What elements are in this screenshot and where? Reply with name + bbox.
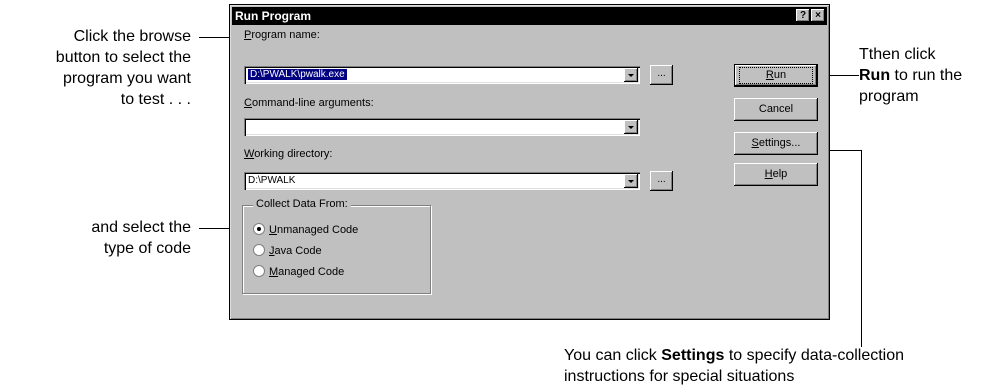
workdir-label-rest: orking directory:: [254, 148, 333, 160]
unmanaged-label-rest: nmanaged Code: [276, 224, 359, 236]
program-name-label: Program name:: [244, 29, 320, 41]
collect-data-group: Collect Data From: Unmanaged Code Java C…: [242, 198, 431, 294]
settings-callout-bold: Settings: [661, 347, 725, 364]
help-button[interactable]: Help: [734, 163, 818, 186]
code-type-callout: and select the type of code: [91, 217, 191, 259]
workdir-combobox[interactable]: D:\PWALK: [244, 172, 640, 190]
workdir-dropdown-arrow-icon[interactable]: [624, 174, 638, 188]
browse-callout-line: program you want: [62, 70, 191, 87]
cancel-button[interactable]: Cancel: [734, 98, 818, 121]
run-label-rest: un: [773, 69, 787, 81]
run-callout-rest: to run the: [890, 67, 963, 84]
run-callout-line: program: [859, 88, 919, 105]
browse-callout-line: Click the browse: [73, 28, 191, 45]
unmanaged-code-radio[interactable]: Unmanaged Code: [253, 223, 358, 237]
help-hotkey: H: [764, 168, 773, 180]
settings-label-rest: ettings...: [758, 137, 801, 149]
managed-hotkey: M: [269, 266, 279, 278]
workdir-value: D:\PWALK: [248, 175, 296, 186]
settings-callout-line: You can click Settings to specify data-c…: [564, 345, 904, 366]
workdir-label: Working directory:: [244, 148, 332, 160]
run-callout-line: Run to run the: [859, 65, 962, 86]
settings-hotkey: S: [751, 137, 759, 149]
run-callout-line: Tthen click: [859, 46, 936, 63]
program-name-combobox[interactable]: D:\PWALK\pwalk.exe: [244, 66, 640, 84]
program-name-label-rest: rogram name:: [251, 29, 320, 41]
help-question-icon[interactable]: ?: [796, 9, 810, 22]
dialog-title: Run Program: [235, 9, 312, 23]
settings-leader-line: [861, 150, 862, 347]
radio-selected-icon[interactable]: [253, 223, 265, 235]
close-icon[interactable]: ×: [811, 9, 825, 22]
browse-callout-line: to test . . .: [120, 91, 191, 108]
browse-callout-line: button to select the: [55, 49, 191, 66]
managed-code-radio[interactable]: Managed Code: [253, 265, 344, 279]
args-hotkey: C: [244, 97, 252, 109]
settings-callout-line: instructions for special situations: [564, 368, 795, 385]
settings-button[interactable]: Settings...: [734, 132, 818, 155]
workdir-browse-button[interactable]: ...: [650, 171, 673, 191]
code-type-callout-line: and select the: [91, 219, 191, 236]
code-type-callout-line: type of code: [103, 240, 191, 257]
managed-label-rest: anaged Code: [278, 266, 345, 278]
program-name-value: D:\PWALK\pwalk.exe: [248, 69, 347, 80]
help-label-rest: elp: [772, 168, 788, 180]
settings-callout-rest: to specify data-collection: [724, 347, 905, 364]
args-combobox[interactable]: [244, 118, 640, 136]
args-label: Command-line arguments:: [244, 97, 374, 109]
run-button-focus: Run: [739, 67, 813, 84]
run-button[interactable]: Run: [734, 64, 818, 87]
settings-callout-prefix: You can click: [564, 347, 662, 364]
radio-unselected-icon[interactable]: [253, 265, 265, 277]
java-label-rest: ava Code: [274, 245, 322, 257]
collect-data-title: Collect Data From:: [253, 198, 351, 210]
radio-unselected-icon[interactable]: [253, 244, 265, 256]
unmanaged-hotkey: U: [269, 224, 277, 236]
workdir-hotkey: W: [244, 148, 255, 160]
program-browse-button[interactable]: ...: [650, 65, 673, 85]
dialog-titlebar: Run Program ? ×: [232, 7, 827, 25]
program-name-dropdown-arrow-icon[interactable]: [624, 68, 638, 82]
run-hotkey: R: [765, 69, 774, 81]
args-dropdown-arrow-icon[interactable]: [624, 120, 638, 134]
run-callout-bold: Run: [859, 67, 891, 84]
run-program-dialog: Run Program ? × Program name: D:\PWALK\p…: [229, 4, 830, 320]
java-code-radio[interactable]: Java Code: [253, 244, 322, 258]
args-label-rest: ommand-line arguments:: [251, 97, 374, 109]
run-callout: Tthen click Run to run the program: [859, 44, 962, 107]
browse-callout: Click the browse button to select the pr…: [56, 26, 191, 110]
settings-callout: You can click Settings to specify data-c…: [564, 345, 904, 387]
